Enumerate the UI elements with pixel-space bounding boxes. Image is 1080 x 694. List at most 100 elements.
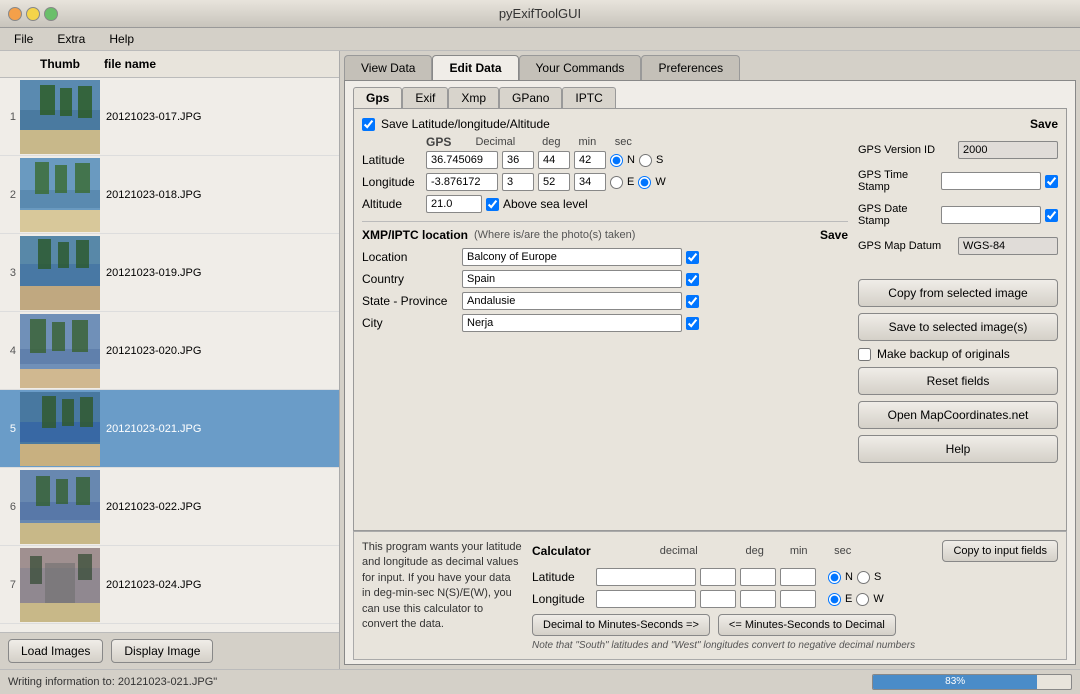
display-image-button[interactable]: Display Image <box>111 639 213 663</box>
sub-tab-iptc[interactable]: IPTC <box>562 87 615 108</box>
city-input[interactable] <box>462 314 682 332</box>
tab-preferences[interactable]: Preferences <box>641 55 740 80</box>
latitude-deg-input[interactable] <box>502 151 534 169</box>
decimal-to-dms-button[interactable]: Decimal to Minutes-Seconds => <box>532 614 710 636</box>
reset-button[interactable]: Reset fields <box>858 367 1058 395</box>
save-label-right: Save <box>858 117 1058 131</box>
thumbnail <box>20 80 100 154</box>
gps-datum-row: GPS Map Datum <box>858 237 1058 255</box>
latitude-min-input[interactable] <box>538 151 570 169</box>
latitude-decimal-input[interactable] <box>426 151 498 169</box>
gps-date-checkbox[interactable] <box>1045 209 1058 222</box>
copy-from-button[interactable]: Copy from selected image <box>858 279 1058 307</box>
table-row[interactable]: 1 20121023-017.JPG <box>0 78 339 156</box>
calc-lon-sec[interactable] <box>780 590 816 608</box>
gps-label: GPS <box>426 135 451 149</box>
tab-view-data[interactable]: View Data <box>344 55 432 80</box>
calc-lon-deg[interactable] <box>700 590 736 608</box>
calc-col-decimal: decimal <box>629 545 729 557</box>
table-row[interactable]: 3 20121023-019.JPG <box>0 234 339 312</box>
altitude-input[interactable] <box>426 195 482 213</box>
status-text: Writing information to: 20121023-021.JPG… <box>8 676 864 688</box>
longitude-decimal-input[interactable] <box>426 173 498 191</box>
left-panel: Thumb file name 1 20121023-017.JPG <box>0 51 340 669</box>
table-row[interactable]: 5 20121023-021.JPG <box>0 390 339 468</box>
longitude-deg-input[interactable] <box>502 173 534 191</box>
country-save-checkbox[interactable] <box>686 273 699 286</box>
lon-w-label: W <box>655 176 665 188</box>
latitude-sec-input[interactable] <box>574 151 606 169</box>
calc-lon-e-radio[interactable] <box>828 593 841 606</box>
state-save-checkbox[interactable] <box>686 295 699 308</box>
filename: 20121023-017.JPG <box>100 107 339 127</box>
table-row[interactable]: 2 20121023-018.JPG <box>0 156 339 234</box>
save-to-button[interactable]: Save to selected image(s) <box>858 313 1058 341</box>
dms-to-decimal-button[interactable]: <= Minutes-Seconds to Decimal <box>718 614 896 636</box>
thumbnail <box>20 392 100 466</box>
main-tab-bar: View Data Edit Data Your Commands Prefer… <box>344 55 1076 80</box>
col-sec-header: sec <box>607 136 639 148</box>
table-row[interactable]: 4 20121023-020.JPG <box>0 312 339 390</box>
window-controls[interactable] <box>8 7 58 21</box>
gps-date-input[interactable] <box>941 206 1041 224</box>
tab-edit-data[interactable]: Edit Data <box>432 55 518 80</box>
calc-lat-min[interactable] <box>740 568 776 586</box>
country-input[interactable] <box>462 270 682 288</box>
close-button[interactable] <box>8 7 22 21</box>
lat-s-radio[interactable] <box>639 154 652 167</box>
thumbnail <box>20 548 100 622</box>
above-sea-checkbox[interactable] <box>486 198 499 211</box>
gps-version-input <box>958 141 1058 159</box>
calc-header-row: Calculator decimal deg min sec Copy to i… <box>532 540 1058 562</box>
calc-lat-decimal[interactable] <box>596 568 696 586</box>
location-input[interactable] <box>462 248 682 266</box>
sub-tab-gps[interactable]: Gps <box>353 87 402 108</box>
calc-lon-w-radio[interactable] <box>856 593 869 606</box>
xmp-save-label: Save <box>820 228 848 242</box>
tab-your-commands[interactable]: Your Commands <box>519 55 642 80</box>
location-save-checkbox[interactable] <box>686 251 699 264</box>
lon-e-radio[interactable] <box>610 176 623 189</box>
city-save-checkbox[interactable] <box>686 317 699 330</box>
calc-lon-min[interactable] <box>740 590 776 608</box>
longitude-min-input[interactable] <box>538 173 570 191</box>
load-images-button[interactable]: Load Images <box>8 639 103 663</box>
gps-time-input[interactable] <box>941 172 1041 190</box>
copy-to-fields-button[interactable]: Copy to input fields <box>942 540 1058 562</box>
col-filename-header: file name <box>100 55 339 73</box>
minimize-button[interactable] <box>26 7 40 21</box>
calc-lat-n-radio[interactable] <box>828 571 841 584</box>
gps-time-checkbox[interactable] <box>1045 175 1058 188</box>
lon-w-radio[interactable] <box>638 176 651 189</box>
calc-lat-label: Latitude <box>532 570 592 584</box>
sub-tab-exif[interactable]: Exif <box>402 87 448 108</box>
location-label: Location <box>362 250 462 264</box>
help-button[interactable]: Help <box>858 435 1058 463</box>
menu-file[interactable]: File <box>8 30 39 48</box>
open-map-button[interactable]: Open MapCoordinates.net <box>858 401 1058 429</box>
calc-lat-sec[interactable] <box>780 568 816 586</box>
sub-tab-gpano[interactable]: GPano <box>499 87 562 108</box>
lat-s-label: S <box>656 154 663 166</box>
sub-tab-xmp[interactable]: Xmp <box>448 87 499 108</box>
backup-checkbox[interactable] <box>858 348 871 361</box>
table-row[interactable]: 6 20121023-022.JPG <box>0 468 339 546</box>
save-lat-checkbox[interactable] <box>362 118 375 131</box>
gps-date-row: GPS Date Stamp <box>858 203 1058 227</box>
calc-col-sec: sec <box>825 545 861 557</box>
longitude-sec-input[interactable] <box>574 173 606 191</box>
save-lat-row: Save Latitude/longitude/Altitude <box>362 117 848 131</box>
calc-lat-deg[interactable] <box>700 568 736 586</box>
content-two-col: Save Latitude/longitude/Altitude GPS Dec… <box>362 117 1058 522</box>
menu-extra[interactable]: Extra <box>51 30 91 48</box>
calc-lon-decimal[interactable] <box>596 590 696 608</box>
table-row[interactable]: 7 20121023-024.JPG <box>0 546 339 624</box>
left-buttons: Load Images Display Image <box>0 632 339 669</box>
menu-help[interactable]: Help <box>103 30 140 48</box>
calc-lat-s-radio[interactable] <box>857 571 870 584</box>
progress-container: 83% <box>872 674 1072 690</box>
state-input[interactable] <box>462 292 682 310</box>
lat-n-radio[interactable] <box>610 154 623 167</box>
altitude-label: Altitude <box>362 197 422 211</box>
maximize-button[interactable] <box>44 7 58 21</box>
